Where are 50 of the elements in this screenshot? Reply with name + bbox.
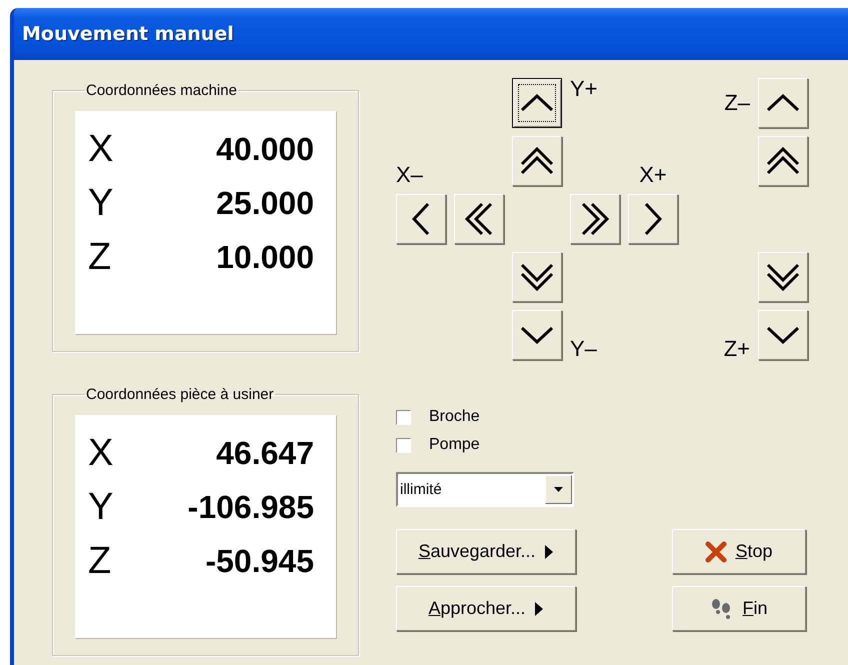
coordinate-value: -106.985 (188, 488, 314, 526)
action-button[interactable]: Approcher... (396, 586, 576, 631)
cross-icon (705, 540, 728, 562)
group-label: Coordonnées machine (85, 82, 238, 99)
chevron-left-icon (412, 202, 430, 236)
coordinate-value: 46.647 (216, 434, 314, 472)
axis-direction-label: Y– (570, 338, 597, 360)
dropdown-button[interactable] (545, 475, 572, 504)
axis-label: Y (88, 486, 114, 528)
chevron-right-icon (644, 202, 662, 236)
jog-button[interactable] (512, 78, 562, 128)
axis-direction-label: Z– (724, 92, 750, 114)
triangle-right-icon (544, 544, 554, 560)
axis-label: X (88, 432, 114, 474)
axis-label: Z (88, 540, 112, 582)
coordinate-value: 40.000 (216, 130, 314, 168)
chevron-up-icon (766, 94, 800, 112)
dropdown-value: illimité (399, 481, 442, 498)
chevron-up-icon (520, 94, 554, 112)
double-chevron-up-icon (520, 147, 554, 175)
double-chevron-left-icon (465, 202, 493, 236)
checkbox[interactable] (396, 438, 411, 452)
action-button[interactable]: Fin (672, 586, 806, 631)
axis-direction-label: Y+ (570, 78, 598, 100)
axis-label: X (88, 128, 114, 170)
coordinate-value: 25.000 (216, 184, 314, 222)
double-chevron-right-icon (581, 202, 609, 236)
chevron-down-icon (520, 326, 554, 344)
speed-dropdown[interactable]: illimité (396, 472, 574, 507)
coordinate-value: 10.000 (216, 238, 314, 276)
caret-down-icon (554, 487, 563, 492)
action-button[interactable]: Sauvegarder... (396, 529, 576, 574)
checkbox[interactable] (396, 410, 411, 424)
axis-label: Z (88, 236, 112, 278)
group-label: Coordonnées pièce à usiner (85, 386, 275, 403)
axis-direction-label: Z+ (724, 338, 750, 360)
axis-label: Y (88, 182, 114, 224)
double-chevron-up-icon (766, 147, 800, 175)
double-chevron-down-icon (766, 263, 800, 291)
axis-direction-label: X– (396, 164, 423, 186)
axis-direction-label: X+ (639, 164, 667, 186)
coordinate-value: -50.945 (205, 542, 314, 580)
action-button[interactable]: Stop (672, 529, 806, 574)
triangle-right-icon (534, 600, 544, 616)
focus-rectangle (518, 84, 556, 122)
checkbox-label: Broche (429, 408, 480, 426)
checkbox-label: Pompe (429, 436, 480, 454)
window-title: Mouvement manuel (22, 23, 234, 45)
double-chevron-down-icon (520, 263, 554, 291)
chevron-down-icon (766, 326, 800, 344)
